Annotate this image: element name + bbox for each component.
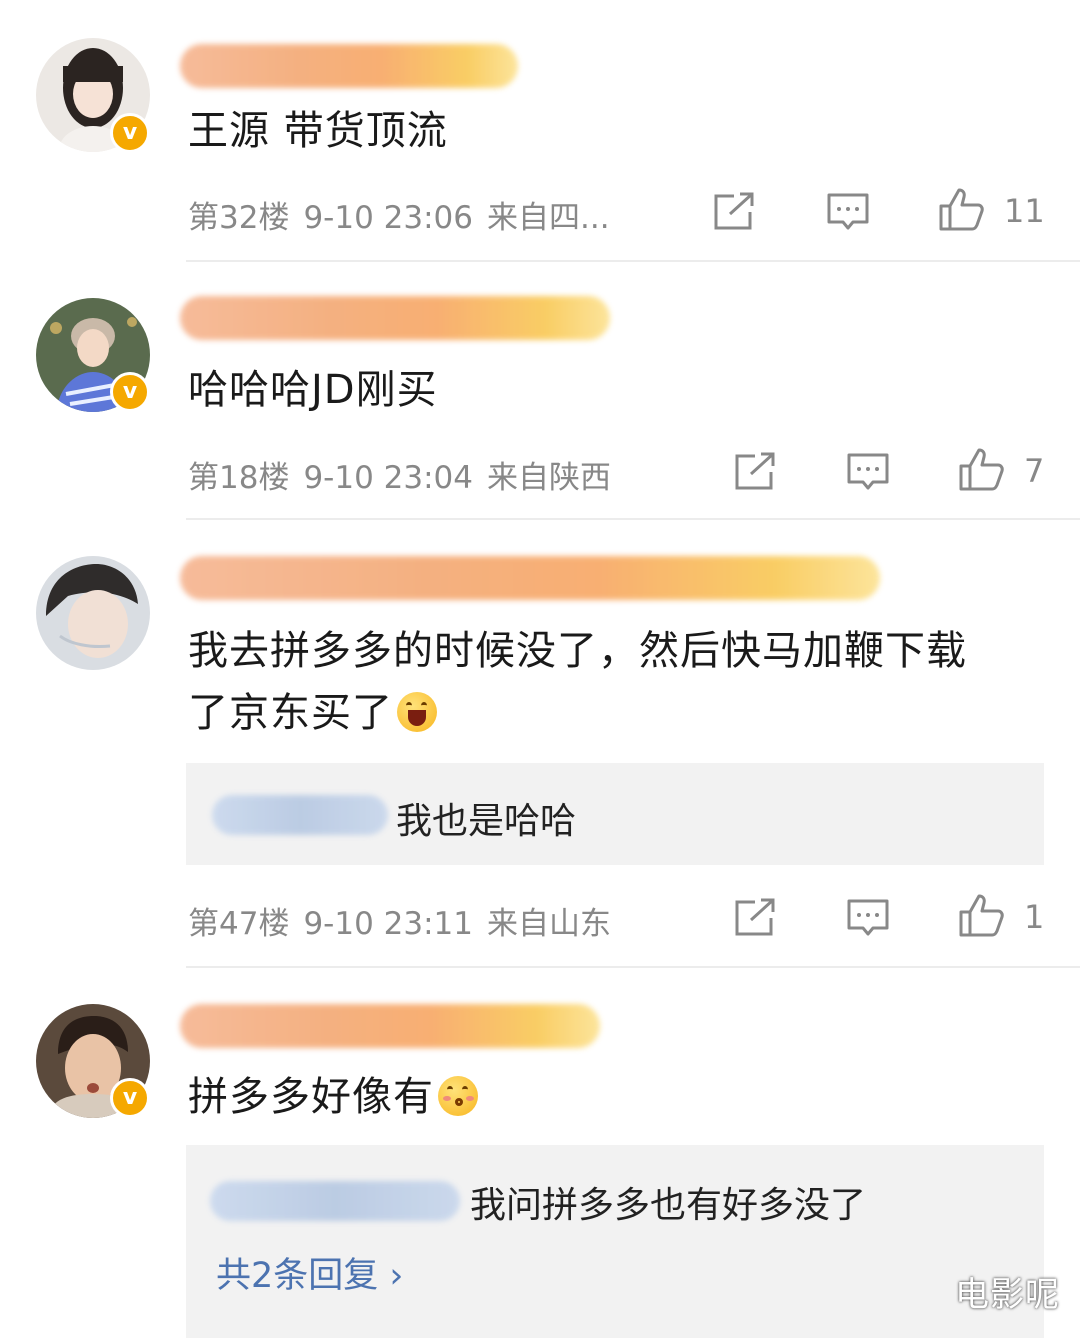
reply-preview[interactable]: 我问拼多多也有好多没了 共2条回复 ›	[186, 1145, 1044, 1338]
share-icon[interactable]	[712, 192, 756, 232]
comment-meta: 第18楼 9-10 23:04 来自陕西	[188, 452, 625, 497]
comment-item: v 拼多多好像有 我问拼多多也有好多没了 共2条回复 ›	[0, 968, 1080, 1338]
verified-badge-icon: v	[110, 1078, 150, 1118]
timestamp: 9-10 23:06	[303, 200, 473, 236]
like-icon[interactable]	[938, 186, 986, 232]
comment-item: v 哈哈哈JD刚买 第18楼 9-10 23:04 来自陕西 7	[0, 262, 1080, 520]
comment-item: 我去拼多多的时候没了，然后快马加鞭下载 了京东买了 我也是哈哈 第47楼 9-10…	[0, 520, 1080, 968]
comment-meta: 第47楼 9-10 23:11 来自山东	[188, 898, 625, 943]
watermark: 电影呢	[955, 1275, 1060, 1315]
comment-text: 我去拼多多的时候没了，然后快马加鞭下载	[188, 628, 967, 674]
reply-username-blurred[interactable]	[212, 795, 388, 835]
comment-icon[interactable]	[826, 192, 870, 232]
location: 来自四...	[487, 200, 610, 236]
like-icon[interactable]	[958, 892, 1006, 938]
comment-text-line: 拼多多好像有	[188, 1074, 434, 1120]
share-icon[interactable]	[733, 898, 777, 938]
avatar[interactable]	[36, 556, 150, 670]
reply-text: 我也是哈哈	[396, 801, 577, 842]
kissing-face-icon	[438, 1076, 478, 1116]
comment-item: v 王源 带货顶流 第32楼 9-10 23:06 来自四... 11	[0, 0, 1080, 262]
floor-number: 第32楼	[188, 200, 290, 236]
like-icon[interactable]	[958, 446, 1006, 492]
comment-meta: 第32楼 9-10 23:06 来自四...	[188, 192, 624, 237]
floor-number: 第47楼	[188, 906, 290, 942]
timestamp: 9-10 23:11	[303, 906, 473, 942]
username-blurred[interactable]	[180, 296, 610, 340]
like-count: 7	[1024, 452, 1045, 490]
like-count: 11	[1004, 192, 1045, 230]
username-blurred[interactable]	[180, 1004, 600, 1048]
comment-text: 哈哈哈JD刚买	[188, 367, 438, 413]
location: 来自山东	[487, 906, 611, 942]
comment-icon[interactable]	[846, 452, 890, 492]
verified-badge-icon: v	[110, 372, 150, 412]
laughing-face-icon	[397, 692, 437, 732]
comment-text: 王源 带货顶流	[188, 108, 448, 154]
comment-icon[interactable]	[846, 898, 890, 938]
like-count: 1	[1024, 898, 1045, 936]
username-blurred[interactable]	[180, 556, 880, 600]
timestamp: 9-10 23:04	[303, 460, 473, 496]
floor-number: 第18楼	[188, 460, 290, 496]
reply-preview[interactable]: 我也是哈哈	[186, 763, 1044, 865]
verified-badge-icon: v	[110, 113, 150, 153]
username-blurred[interactable]	[180, 44, 518, 88]
comment-text: 了京东买了	[188, 682, 437, 744]
share-icon[interactable]	[733, 452, 777, 492]
view-replies-link[interactable]: 共2条回复 ›	[216, 1247, 403, 1298]
reply-text: 我问拼多多也有好多没了	[470, 1185, 867, 1226]
comment-text-line: 了京东买了	[188, 690, 393, 736]
comment-text: 拼多多好像有	[188, 1066, 478, 1128]
reply-username-blurred[interactable]	[210, 1181, 460, 1221]
location: 来自陕西	[487, 460, 611, 496]
